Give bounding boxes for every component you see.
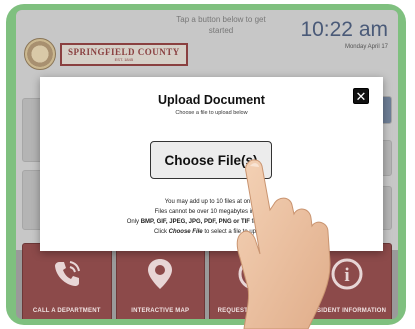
close-icon: ✕	[355, 88, 367, 104]
allowed-file-types: BMP, GIF, JPEG, JPG, PDF, PNG or TIF	[140, 219, 250, 225]
instruction-line: Files cannot be over 10 megabytes in siz…	[154, 209, 269, 215]
instruction-emphasis: Choose File	[168, 229, 203, 235]
instruction-text: Only	[126, 219, 141, 225]
dialog-title: Upload Document	[158, 93, 265, 107]
map-pin-icon	[147, 258, 173, 295]
tile-label: CALL A DEPARTMENT	[32, 308, 101, 314]
upload-instructions: You may add up to 10 files at once. File…	[40, 197, 383, 237]
question-icon: ?	[238, 258, 270, 295]
svg-text:i: i	[345, 265, 350, 286]
county-seal-icon	[24, 38, 56, 70]
logo-name: SPRINGFIELD COUNTY	[68, 46, 180, 57]
choose-files-button[interactable]: Choose File(s)	[150, 141, 272, 179]
info-icon: i	[331, 258, 363, 295]
call-department-tile[interactable]: CALL A DEPARTMENT	[22, 243, 112, 319]
clock: 10:22 am Monday April 17	[300, 18, 388, 50]
close-button[interactable]: ✕	[353, 88, 369, 104]
svg-text:?: ?	[248, 264, 259, 284]
county-logo: SPRINGFIELD COUNTY EST. 1845	[24, 38, 188, 70]
kiosk-tiles: CALL A DEPARTMENT INTERACTIVE MAP ? REQU…	[16, 243, 398, 319]
instruction-text: files are allowed.	[249, 219, 297, 225]
logo-wordmark: SPRINGFIELD COUNTY EST. 1845	[60, 42, 188, 66]
tile-label: INTERACTIVE MAP	[131, 308, 190, 314]
dialog-subtitle: Choose a file to upload below	[175, 110, 248, 116]
clock-date: Monday April 17	[344, 44, 388, 50]
instruction-text: Click	[153, 229, 169, 235]
logo-est: EST. 1845	[114, 56, 134, 62]
upload-document-dialog: Upload Document Choose a file to upload …	[40, 77, 383, 251]
resident-information-tile[interactable]: i RESIDENT INFORMATION	[302, 243, 392, 319]
instruction-line: You may add up to 10 files at once.	[164, 199, 259, 205]
tile-label: REQUEST ASSISTANCE	[217, 308, 290, 314]
instruction-text: to select a file to upload.	[202, 229, 270, 235]
tile-label: RESIDENT INFORMATION	[308, 308, 387, 314]
phone-icon	[52, 258, 82, 293]
interactive-map-tile[interactable]: INTERACTIVE MAP	[115, 243, 205, 319]
instruction-line: Click Choose File to select a file to up…	[40, 227, 383, 237]
clock-time: 10:22 am	[300, 18, 388, 41]
request-assistance-tile[interactable]: ? REQUEST ASSISTANCE	[209, 243, 299, 319]
instruction-line: Only BMP, GIF, JPEG, JPG, PDF, PNG or TI…	[40, 217, 383, 227]
start-prompt: Tap a button below to get started	[176, 15, 266, 36]
kiosk-screen: SPRINGFIELD COUNTY EST. 1845 Tap a butto…	[16, 10, 398, 319]
